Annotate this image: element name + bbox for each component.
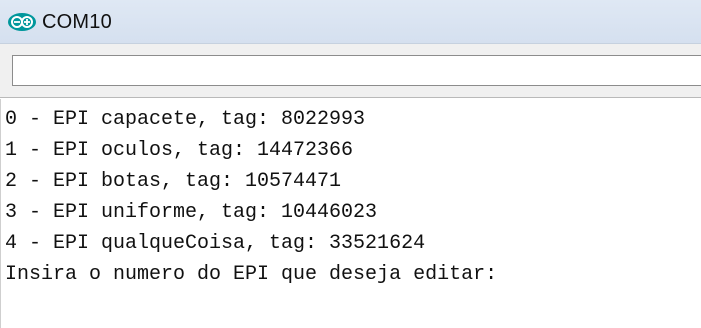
serial-output-line: 3 - EPI uniforme, tag: 10446023 [5, 201, 378, 224]
serial-output-line: Insira o numero do EPI que deseja editar… [5, 263, 498, 286]
serial-output-line: 4 - EPI qualqueCoisa, tag: 33521624 [5, 232, 426, 255]
serial-monitor-window: COM10 0 - EPI capacete, tag: 8022993 1 -… [0, 0, 701, 328]
serial-output-area[interactable]: 0 - EPI capacete, tag: 8022993 1 - EPI o… [0, 99, 701, 328]
send-bar [0, 44, 701, 98]
serial-output-line: 1 - EPI oculos, tag: 14472366 [5, 139, 354, 162]
window-titlebar[interactable]: COM10 [0, 0, 701, 44]
serial-send-input[interactable] [12, 55, 701, 86]
arduino-icon [7, 12, 37, 32]
serial-output-line: 2 - EPI botas, tag: 10574471 [5, 170, 342, 193]
window-title: COM10 [42, 11, 112, 33]
serial-output-line: 0 - EPI capacete, tag: 8022993 [5, 108, 366, 131]
